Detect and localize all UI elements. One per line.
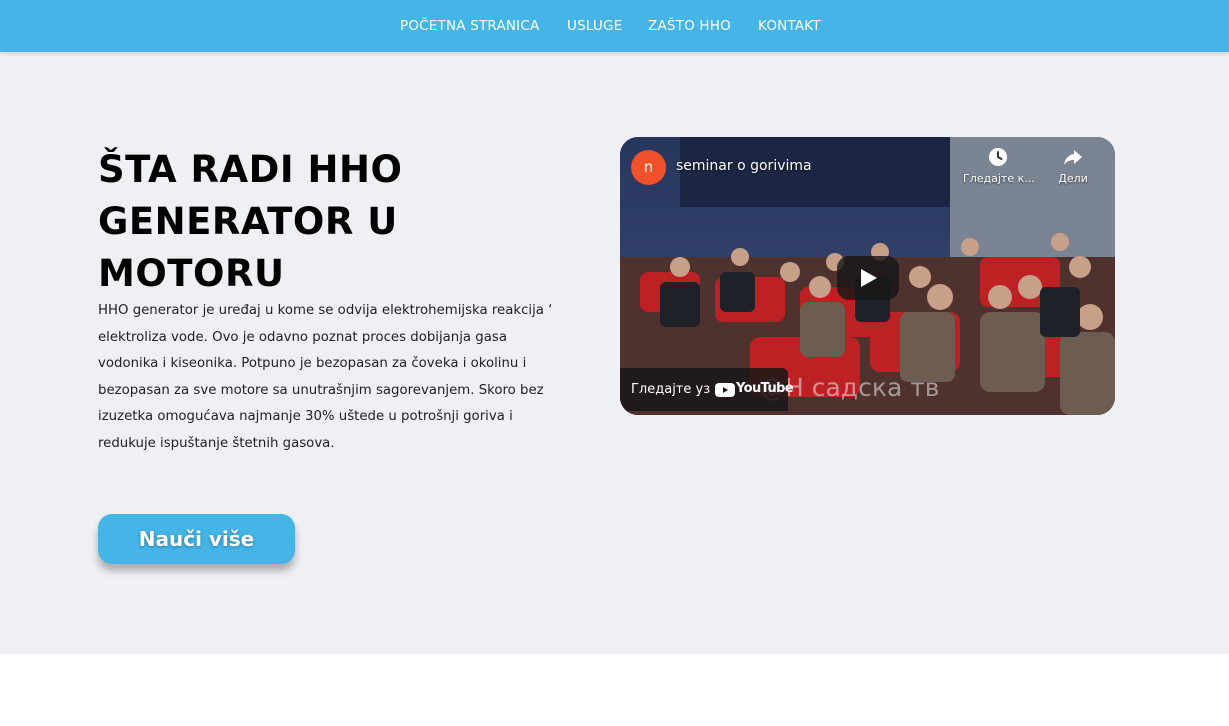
youtube-logo-icon [715, 383, 735, 397]
learn-more-button[interactable]: Nauči više [98, 514, 295, 564]
share-button[interactable]: Дели [1038, 147, 1108, 185]
nav-why-hho[interactable]: ZAŠTO HHO [648, 18, 731, 34]
hero-description: HHO generator je uređaj u kome se odvija… [98, 303, 553, 451]
play-button[interactable] [837, 256, 899, 300]
youtube-wordmark: YouTube [736, 381, 794, 396]
video-embed[interactable]: n seminar o gorivima Гледајте к... Дели … [620, 137, 1115, 415]
share-icon [1064, 150, 1082, 165]
channel-avatar[interactable]: n [631, 150, 666, 185]
watch-on-youtube-button[interactable]: Гледајте уз YouTube [620, 368, 794, 411]
watch-later-button[interactable]: Гледајте к... [963, 147, 1035, 185]
nav-services[interactable]: USLUGE [567, 18, 622, 34]
clock-icon [989, 148, 1007, 166]
video-title[interactable]: seminar o gorivima [676, 158, 812, 174]
top-nav: POČETNA STRANICA USLUGE ZAŠTO HHO KONTAK… [0, 0, 1229, 52]
hero-section: ŠTA RADI HHO GENERATOR U MOTORU HHO gene… [0, 52, 1229, 654]
watch-later-label: Гледајте к... [963, 172, 1035, 185]
nav-home[interactable]: POČETNA STRANICA [400, 18, 539, 34]
play-icon [861, 269, 877, 287]
nav-contact[interactable]: KONTAKT [758, 18, 821, 34]
share-label: Дели [1058, 172, 1088, 185]
hero-title: ŠTA RADI HHO GENERATOR U MOTORU [98, 148, 403, 295]
watch-on-label: Гледајте уз [631, 382, 711, 397]
